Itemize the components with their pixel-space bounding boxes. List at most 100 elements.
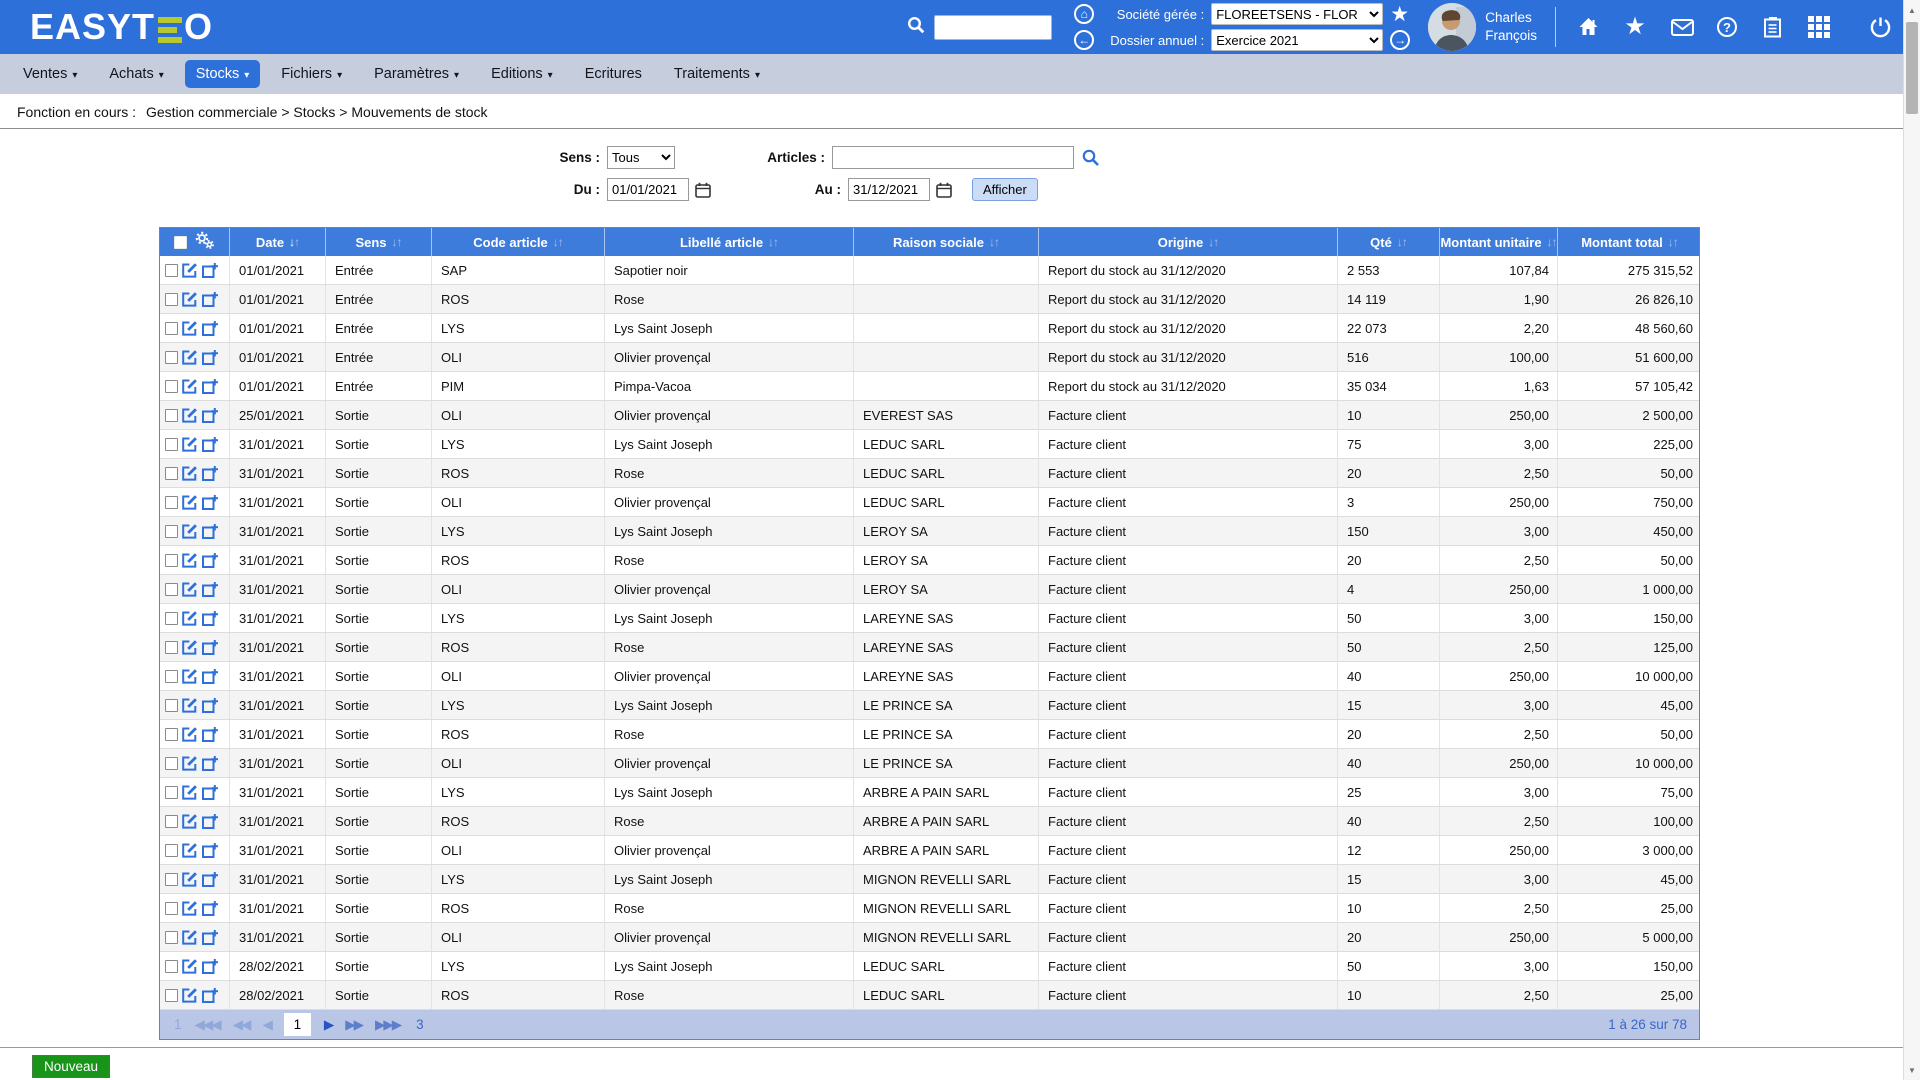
edit-icon[interactable] <box>181 784 198 801</box>
calendar-icon[interactable] <box>936 182 952 198</box>
column-header-libelle-article[interactable]: Libellé article↓↑ <box>605 228 854 256</box>
edit-icon[interactable] <box>181 349 198 366</box>
vertical-scrollbar[interactable]: ▲ ▼ <box>1903 0 1920 1080</box>
row-checkbox[interactable] <box>165 467 178 480</box>
user-block[interactable]: Charles François <box>1428 3 1537 51</box>
duplicate-icon[interactable] <box>201 610 218 627</box>
table-row[interactable]: 25/01/2021 Sortie OLI Olivier provençal … <box>160 401 1699 430</box>
duplicate-icon[interactable] <box>201 726 218 743</box>
nouveau-button[interactable]: Nouveau <box>32 1055 110 1078</box>
table-row[interactable]: 28/02/2021 Sortie LYS Lys Saint Joseph L… <box>160 952 1699 981</box>
table-row[interactable]: 31/01/2021 Sortie OLI Olivier provençal … <box>160 575 1699 604</box>
row-checkbox[interactable] <box>165 757 178 770</box>
sort-asc-icon[interactable]: ↑ <box>773 235 778 249</box>
row-checkbox[interactable] <box>165 583 178 596</box>
power-icon[interactable] <box>1868 15 1892 39</box>
table-row[interactable]: 31/01/2021 Sortie ROS Rose LAREYNE SAS F… <box>160 633 1699 662</box>
dossier-back-icon[interactable]: ← <box>1074 30 1094 50</box>
edit-icon[interactable] <box>181 436 198 453</box>
duplicate-icon[interactable] <box>201 523 218 540</box>
table-row[interactable]: 31/01/2021 Sortie LYS Lys Saint Joseph L… <box>160 691 1699 720</box>
row-checkbox[interactable] <box>165 699 178 712</box>
articles-input[interactable] <box>832 146 1074 169</box>
articles-search-icon[interactable] <box>1081 148 1100 167</box>
row-checkbox[interactable] <box>165 670 178 683</box>
table-row[interactable]: 31/01/2021 Sortie ROS Rose LEDUC SARL Fa… <box>160 459 1699 488</box>
scroll-down-icon[interactable]: ▼ <box>1904 1062 1920 1078</box>
menu-traitements[interactable]: Traitements▾ <box>663 60 771 88</box>
sens-select[interactable]: Tous <box>607 146 675 169</box>
row-checkbox[interactable] <box>165 409 178 422</box>
table-row[interactable]: 31/01/2021 Sortie OLI Olivier provençal … <box>160 923 1699 952</box>
edit-icon[interactable] <box>181 465 198 482</box>
table-row[interactable]: 01/01/2021 Entrée ROS Rose Report du sto… <box>160 285 1699 314</box>
duplicate-icon[interactable] <box>201 697 218 714</box>
menu-ventes[interactable]: Ventes▾ <box>12 60 88 88</box>
row-checkbox[interactable] <box>165 322 178 335</box>
duplicate-icon[interactable] <box>201 755 218 772</box>
edit-icon[interactable] <box>181 610 198 627</box>
last-page-icon[interactable]: ▶▶▶ <box>375 1017 400 1033</box>
table-row[interactable]: 28/02/2021 Sortie ROS Rose LEDUC SARL Fa… <box>160 981 1699 1010</box>
favorite-star-icon[interactable]: ★ <box>1390 4 1409 25</box>
edit-icon[interactable] <box>181 639 198 656</box>
row-checkbox[interactable] <box>165 728 178 741</box>
column-header-raison-sociale[interactable]: Raison sociale↓↑ <box>854 228 1039 256</box>
row-checkbox[interactable] <box>165 264 178 277</box>
sort-asc-icon[interactable]: ↑ <box>558 235 563 249</box>
row-checkbox[interactable] <box>165 525 178 538</box>
fast-prev-icon[interactable]: ◀◀ <box>233 1017 250 1033</box>
sort-asc-icon[interactable]: ↑ <box>294 235 299 249</box>
edit-icon[interactable] <box>181 523 198 540</box>
edit-icon[interactable] <box>181 813 198 830</box>
gears-icon[interactable] <box>194 231 215 253</box>
help-icon[interactable]: ? <box>1717 17 1737 37</box>
home-icon[interactable] <box>1576 15 1600 39</box>
edit-icon[interactable] <box>181 755 198 772</box>
column-header-code-article[interactable]: Code article↓↑ <box>432 228 605 256</box>
duplicate-icon[interactable] <box>201 552 218 569</box>
duplicate-icon[interactable] <box>201 871 218 888</box>
edit-icon[interactable] <box>181 929 198 946</box>
duplicate-icon[interactable] <box>201 407 218 424</box>
column-header-montant-unitaire[interactable]: Montant unitaire↓↑ <box>1440 228 1558 256</box>
page-number-first[interactable]: 1 <box>174 1017 182 1032</box>
table-row[interactable]: 31/01/2021 Sortie OLI Olivier provençal … <box>160 488 1699 517</box>
table-row[interactable]: 31/01/2021 Sortie ROS Rose MIGNON REVELL… <box>160 894 1699 923</box>
table-row[interactable]: 31/01/2021 Sortie OLI Olivier provençal … <box>160 836 1699 865</box>
table-row[interactable]: 31/01/2021 Sortie ROS Rose ARBRE A PAIN … <box>160 807 1699 836</box>
column-header-qte[interactable]: Qté↓↑ <box>1338 228 1440 256</box>
row-checkbox[interactable] <box>165 438 178 451</box>
edit-icon[interactable] <box>181 378 198 395</box>
menu-stocks[interactable]: Stocks▾ <box>185 60 261 88</box>
duplicate-icon[interactable] <box>201 262 218 279</box>
column-header-origine[interactable]: Origine↓↑ <box>1039 228 1338 256</box>
edit-icon[interactable] <box>181 262 198 279</box>
sort-asc-icon[interactable]: ↑ <box>397 235 402 249</box>
duplicate-icon[interactable] <box>201 900 218 917</box>
table-row[interactable]: 31/01/2021 Sortie ROS Rose LE PRINCE SA … <box>160 720 1699 749</box>
edit-icon[interactable] <box>181 900 198 917</box>
scrollbar-thumb[interactable] <box>1906 22 1918 114</box>
next-page-icon[interactable]: ▶ <box>324 1017 332 1033</box>
edit-icon[interactable] <box>181 697 198 714</box>
scroll-up-icon[interactable]: ▲ <box>1904 2 1920 18</box>
duplicate-icon[interactable] <box>201 320 218 337</box>
menu-fichiers[interactable]: Fichiers▾ <box>270 60 353 88</box>
row-checkbox[interactable] <box>165 815 178 828</box>
current-page-box[interactable]: 1 <box>284 1013 311 1036</box>
duplicate-icon[interactable] <box>201 639 218 656</box>
row-checkbox[interactable] <box>165 612 178 625</box>
duplicate-icon[interactable] <box>201 668 218 685</box>
table-row[interactable]: 01/01/2021 Entrée SAP Sapotier noir Repo… <box>160 256 1699 285</box>
row-checkbox[interactable] <box>165 496 178 509</box>
duplicate-icon[interactable] <box>201 291 218 308</box>
edit-icon[interactable] <box>181 291 198 308</box>
edit-icon[interactable] <box>181 726 198 743</box>
table-row[interactable]: 31/01/2021 Sortie OLI Olivier provençal … <box>160 749 1699 778</box>
du-date-input[interactable] <box>607 178 689 201</box>
edit-icon[interactable] <box>181 494 198 511</box>
table-row[interactable]: 01/01/2021 Entrée LYS Lys Saint Joseph R… <box>160 314 1699 343</box>
row-checkbox[interactable] <box>165 989 178 1002</box>
edit-icon[interactable] <box>181 552 198 569</box>
